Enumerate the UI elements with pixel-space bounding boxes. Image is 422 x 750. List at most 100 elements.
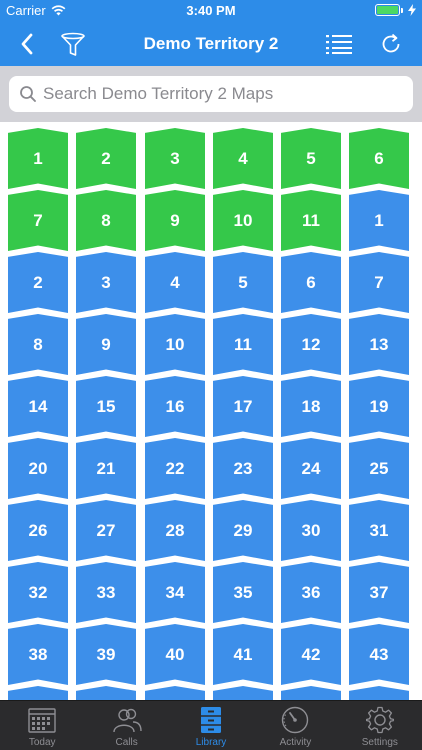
territory-map-tile[interactable]: 18 — [281, 376, 341, 437]
territory-map-tile[interactable]: 1 — [8, 128, 68, 189]
status-right — [375, 4, 416, 16]
territory-map-tile[interactable]: 32 — [8, 562, 68, 623]
tile-label: 32 — [28, 582, 48, 602]
territory-map-tile[interactable]: 23 — [213, 438, 273, 499]
territory-map-tile[interactable]: 5 — [213, 252, 273, 313]
tile-label: 8 — [33, 334, 43, 354]
territory-map-tile[interactable]: 1 — [349, 190, 409, 251]
search-input[interactable] — [37, 84, 413, 104]
tile-label: 21 — [96, 458, 116, 478]
tile-label: 1 — [33, 148, 43, 168]
tab-today[interactable]: Today — [0, 701, 84, 750]
tile-label: 12 — [301, 334, 321, 354]
territory-map-tile[interactable]: 38 — [8, 624, 68, 685]
gauge-icon — [282, 706, 309, 734]
tile-label: 10 — [233, 210, 253, 230]
tile-label: 24 — [301, 458, 321, 478]
territory-map-tile[interactable]: 36 — [281, 562, 341, 623]
tile-label: 43 — [369, 644, 389, 664]
refresh-button[interactable] — [376, 29, 406, 59]
territory-map-tile[interactable]: 3 — [76, 252, 136, 313]
territory-map-tile[interactable]: 10 — [145, 314, 205, 375]
territory-map-tile[interactable]: 22 — [145, 438, 205, 499]
territory-map-tile[interactable]: 9 — [145, 190, 205, 251]
territory-map-tile[interactable]: 25 — [349, 438, 409, 499]
territory-map-tile[interactable]: 30 — [281, 500, 341, 561]
back-button[interactable] — [12, 29, 42, 59]
tile-label: 6 — [306, 272, 316, 292]
territory-map-tile[interactable]: 39 — [76, 624, 136, 685]
territory-map-tile[interactable]: 28 — [145, 500, 205, 561]
territory-map-tile[interactable]: 3 — [145, 128, 205, 189]
territory-map-tile[interactable] — [8, 686, 68, 700]
tile-label: 19 — [369, 396, 389, 416]
territory-map-tile[interactable]: 6 — [349, 128, 409, 189]
territory-map-tile[interactable]: 5 — [281, 128, 341, 189]
tab-label: Activity — [279, 737, 312, 748]
territory-map-tile[interactable]: 11 — [213, 314, 273, 375]
territory-map-tile[interactable]: 17 — [213, 376, 273, 437]
tile-label: 9 — [101, 334, 111, 354]
people-icon — [112, 708, 142, 733]
territory-map-tile[interactable]: 8 — [8, 314, 68, 375]
territory-map-tile[interactable]: 2 — [76, 128, 136, 189]
territory-map-tile[interactable]: 41 — [213, 624, 273, 685]
tab-activity[interactable]: Activity — [253, 701, 337, 750]
tile-label: 29 — [233, 520, 253, 540]
search-box[interactable] — [9, 76, 413, 112]
territory-map-tile[interactable]: 16 — [145, 376, 205, 437]
tile-label: 8 — [101, 210, 111, 230]
tile-label: 42 — [301, 644, 321, 664]
territory-map-tile[interactable]: 31 — [349, 500, 409, 561]
tile-label: 7 — [33, 210, 43, 230]
territory-map-tile[interactable]: 4 — [213, 128, 273, 189]
territory-map-tile[interactable]: 21 — [76, 438, 136, 499]
territory-map-tile[interactable]: 37 — [349, 562, 409, 623]
tab-library[interactable]: Library — [169, 701, 253, 750]
territory-map-tile[interactable]: 12 — [281, 314, 341, 375]
territory-map-tile[interactable]: 29 — [213, 500, 273, 561]
territory-map-tile[interactable] — [281, 686, 341, 700]
territory-map-tile[interactable]: 40 — [145, 624, 205, 685]
territory-map-tile[interactable]: 7 — [349, 252, 409, 313]
tile-label: 37 — [369, 582, 389, 602]
territory-map-tile[interactable]: 27 — [76, 500, 136, 561]
territory-map-tile[interactable] — [349, 686, 409, 700]
territory-map-tile[interactable]: 11 — [281, 190, 341, 251]
tile-label: 7 — [374, 272, 384, 292]
territory-map-tile[interactable]: 9 — [76, 314, 136, 375]
territory-map-tile[interactable]: 26 — [8, 500, 68, 561]
list-view-button[interactable] — [324, 29, 354, 59]
territory-map-tile[interactable] — [76, 686, 136, 700]
territory-map-tile[interactable] — [213, 686, 273, 700]
territory-map-tile[interactable]: 35 — [213, 562, 273, 623]
calendar-icon — [28, 708, 56, 733]
tile-label: 33 — [96, 582, 116, 602]
territory-map-tile[interactable]: 34 — [145, 562, 205, 623]
filter-button[interactable] — [58, 29, 88, 59]
territory-map-tile[interactable]: 15 — [76, 376, 136, 437]
tile-label: 36 — [301, 582, 321, 602]
tile-label: 5 — [306, 148, 316, 168]
territory-map-tile[interactable]: 24 — [281, 438, 341, 499]
tab-calls[interactable]: Calls — [84, 701, 168, 750]
tab-settings[interactable]: Settings — [338, 701, 422, 750]
territory-map-tile[interactable]: 10 — [213, 190, 273, 251]
tile-label: 26 — [28, 520, 48, 540]
territory-map-tile[interactable]: 6 — [281, 252, 341, 313]
territory-map-tile[interactable]: 33 — [76, 562, 136, 623]
territory-map-tile[interactable]: 8 — [76, 190, 136, 251]
territory-map-tile[interactable]: 7 — [8, 190, 68, 251]
gear-icon — [365, 706, 394, 734]
territory-map-tile[interactable]: 14 — [8, 376, 68, 437]
territory-map-tile[interactable]: 43 — [349, 624, 409, 685]
search-bar — [0, 66, 422, 122]
territory-map-tile[interactable]: 20 — [8, 438, 68, 499]
territory-map-tile[interactable]: 13 — [349, 314, 409, 375]
territory-map-tile[interactable] — [145, 686, 205, 700]
territory-map-tile[interactable]: 42 — [281, 624, 341, 685]
territory-map-tile[interactable]: 2 — [8, 252, 68, 313]
search-icon — [20, 86, 36, 102]
territory-map-tile[interactable]: 19 — [349, 376, 409, 437]
territory-map-tile[interactable]: 4 — [145, 252, 205, 313]
